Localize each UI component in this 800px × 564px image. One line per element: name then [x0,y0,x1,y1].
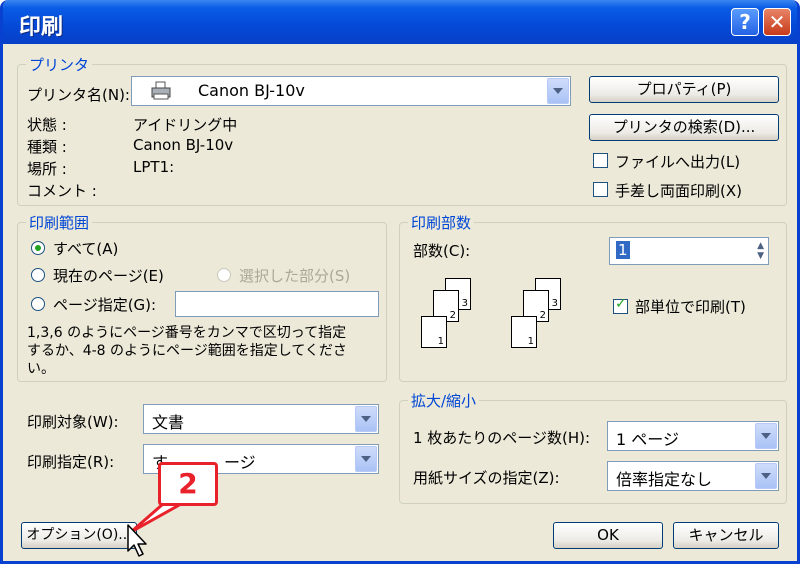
print-range-legend: 印刷範囲 [26,212,93,233]
printer-icon [150,81,172,101]
print-what-value: 文書 [152,413,185,432]
range-current-label[interactable]: 現在のページ(E) [53,265,164,286]
callout-step-number: 2 [158,462,218,506]
chevron-down-icon[interactable] [755,423,777,449]
chevron-down-icon[interactable] [355,446,377,472]
chevron-down-icon[interactable] [355,406,377,432]
collate-label[interactable]: 部単位で印刷(T) [635,296,746,317]
title-bar[interactable]: 印刷 ? ✕ [3,0,797,44]
copies-count-label: 部数(C): [413,242,471,260]
dialog-title: 印刷 [19,15,64,40]
printer-name-value: Canon BJ-10v [198,81,305,100]
range-pages-label[interactable]: ページ指定(G): [53,294,156,315]
range-hint-line3: い。 [27,361,55,377]
spin-arrows-icon[interactable]: ▲ ▼ [757,241,764,261]
pages-per-sheet-value: 1 ページ [616,430,679,449]
printer-legend: プリンタ [26,54,93,75]
copies-count-spinner[interactable]: 1 ▲ ▼ [609,237,769,265]
where-label: 場所 : [27,160,67,178]
scale-value: 倍率指定なし [616,470,713,489]
page-range-input[interactable] [175,291,379,317]
mouse-cursor-icon [127,524,147,557]
collate-pages-icon: 3 2 1 [417,278,477,358]
range-current-radio[interactable] [31,268,45,282]
printer-name-label: プリンタ名(N): [27,86,130,104]
range-hint-line2: するか、4-8 のようにページ範囲を指定してくださ [27,343,347,359]
properties-button[interactable]: プロパティ(P) [589,76,779,103]
collate-pages-icon-2: 3 2 1 [507,278,567,358]
manual-duplex-checkbox[interactable] [593,182,608,197]
status-label: 状態 : [27,116,67,134]
ok-button[interactable]: OK [553,522,663,549]
print-what-combo[interactable]: 文書 [143,404,379,434]
range-selection-radio [217,268,231,282]
print-to-file-checkbox[interactable] [593,153,608,168]
range-hint-line1: 1,3,6 のようにページ番号をカンマで区切って指定 [27,325,347,341]
zoom-legend: 拡大/縮小 [408,390,480,411]
comment-label: コメント : [27,182,97,200]
copies-count-value: 1 [616,241,630,259]
scale-combo[interactable]: 倍率指定なし [607,461,779,491]
help-button[interactable]: ? [731,8,759,36]
printer-name-combo[interactable]: Canon BJ-10v [131,76,571,106]
range-all-radio[interactable] [31,241,45,255]
print-what-label: 印刷対象(W): [27,413,119,431]
scale-label: 用紙サイズの指定(Z): [413,469,560,487]
collate-checkbox[interactable]: ✓ [613,296,628,314]
where-value: LPT1: [133,158,175,176]
pages-per-sheet-combo[interactable]: 1 ページ [607,421,779,451]
print-spec-value-right: ージ [224,453,256,472]
print-to-file-label[interactable]: ファイルへ出力(L) [615,151,740,172]
range-all-label[interactable]: すべて(A) [53,238,118,259]
manual-duplex-label[interactable]: 手差し両面印刷(X) [615,180,742,201]
copies-legend: 印刷部数 [408,212,475,233]
status-value: アイドリング中 [133,116,238,134]
cancel-button[interactable]: キャンセル [673,522,779,549]
pages-per-sheet-label: 1 枚あたりのページ数(H): [413,429,591,447]
print-dialog: 印刷 ? ✕ プリンタ プリンタ名(N): Canon BJ-10v プロパティ… [0,0,800,564]
type-value: Canon BJ-10v [133,136,234,154]
type-label: 種類 : [27,138,67,156]
range-selection-label: 選択した部分(S) [239,267,351,285]
print-spec-label: 印刷指定(R): [27,453,115,471]
range-pages-radio[interactable] [31,297,45,311]
chevron-down-icon[interactable] [547,78,569,104]
find-printer-button[interactable]: プリンタの検索(D)... [589,114,779,141]
options-button[interactable]: オプション(O)... [21,522,137,549]
close-button[interactable]: ✕ [763,8,791,36]
chevron-down-icon[interactable] [755,463,777,489]
